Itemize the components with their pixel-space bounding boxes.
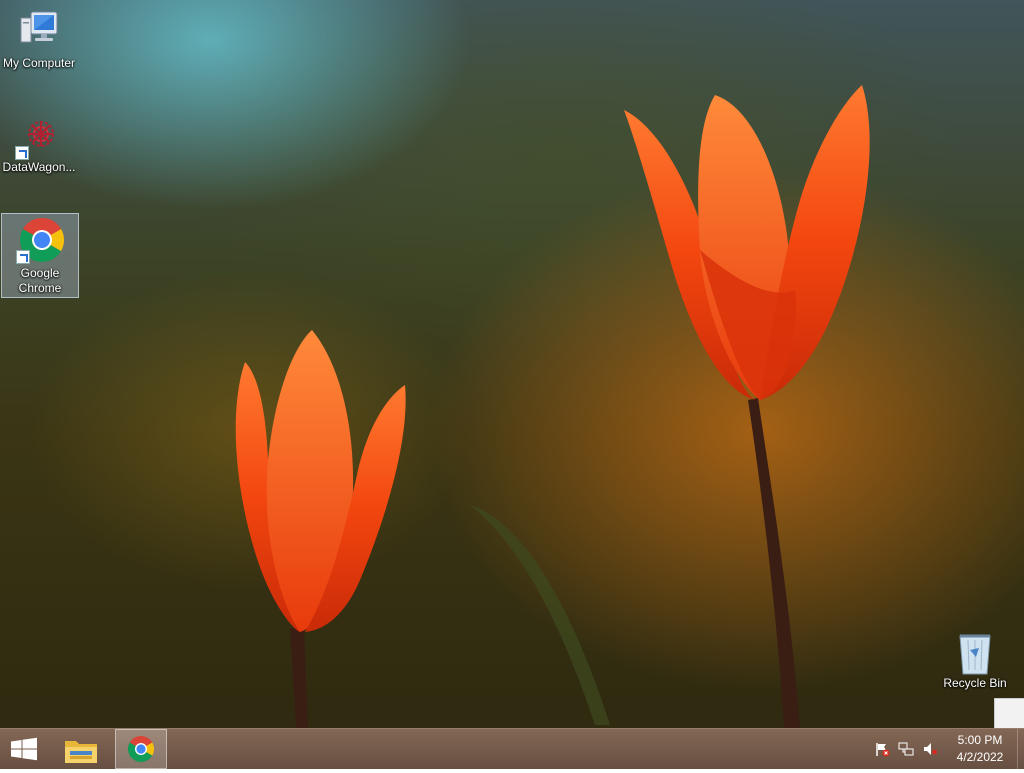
show-desktop-button[interactable]	[1017, 729, 1024, 769]
clock-time: 5:00 PM	[957, 733, 1003, 747]
desktop-icon-label: My Computer	[2, 56, 76, 70]
shortcut-arrow-icon	[16, 250, 30, 264]
windows-start-icon	[11, 737, 37, 761]
desktop-wallpaper	[0, 0, 1024, 728]
taskbar: 5:00 PM 4/2/2022	[0, 728, 1024, 769]
desktop-icon-label: DataWagon...	[2, 160, 76, 174]
desktop-icon-label: Google Chrome	[18, 266, 62, 295]
system-clock[interactable]: 5:00 PM 4/2/2022	[946, 732, 1014, 766]
computer-icon	[15, 8, 63, 56]
desktop-icon-google-chrome[interactable]: Google Chrome	[1, 213, 79, 298]
desktop-icon-my-computer[interactable]: My Computer	[1, 8, 77, 76]
left-tulip	[235, 330, 406, 632]
desktop-icon-label: Recycle Bin	[943, 676, 1007, 690]
recycle-bin-icon	[955, 630, 995, 676]
desktop-icon-datawagon[interactable]: DataWagon...	[1, 112, 77, 180]
datawagon-icon	[15, 112, 63, 160]
taskbar-file-explorer-button[interactable]	[56, 729, 106, 769]
shortcut-arrow-icon	[15, 146, 29, 160]
chrome-icon	[127, 736, 155, 763]
network-icon[interactable]	[898, 741, 914, 757]
taskbar-chrome-button[interactable]	[115, 729, 167, 769]
start-button[interactable]	[0, 729, 48, 769]
corner-panel[interactable]	[994, 698, 1024, 729]
file-explorer-icon	[65, 741, 97, 763]
volume-muted-icon[interactable]	[922, 741, 938, 757]
action-center-flag-icon[interactable]	[874, 741, 890, 757]
clock-date: 4/2/2022	[956, 750, 1004, 764]
desktop-icon-recycle-bin[interactable]: Recycle Bin	[936, 630, 1014, 698]
tulip-wallpaper-art	[235, 85, 870, 728]
chrome-icon	[16, 216, 64, 264]
right-tulip	[624, 85, 870, 400]
